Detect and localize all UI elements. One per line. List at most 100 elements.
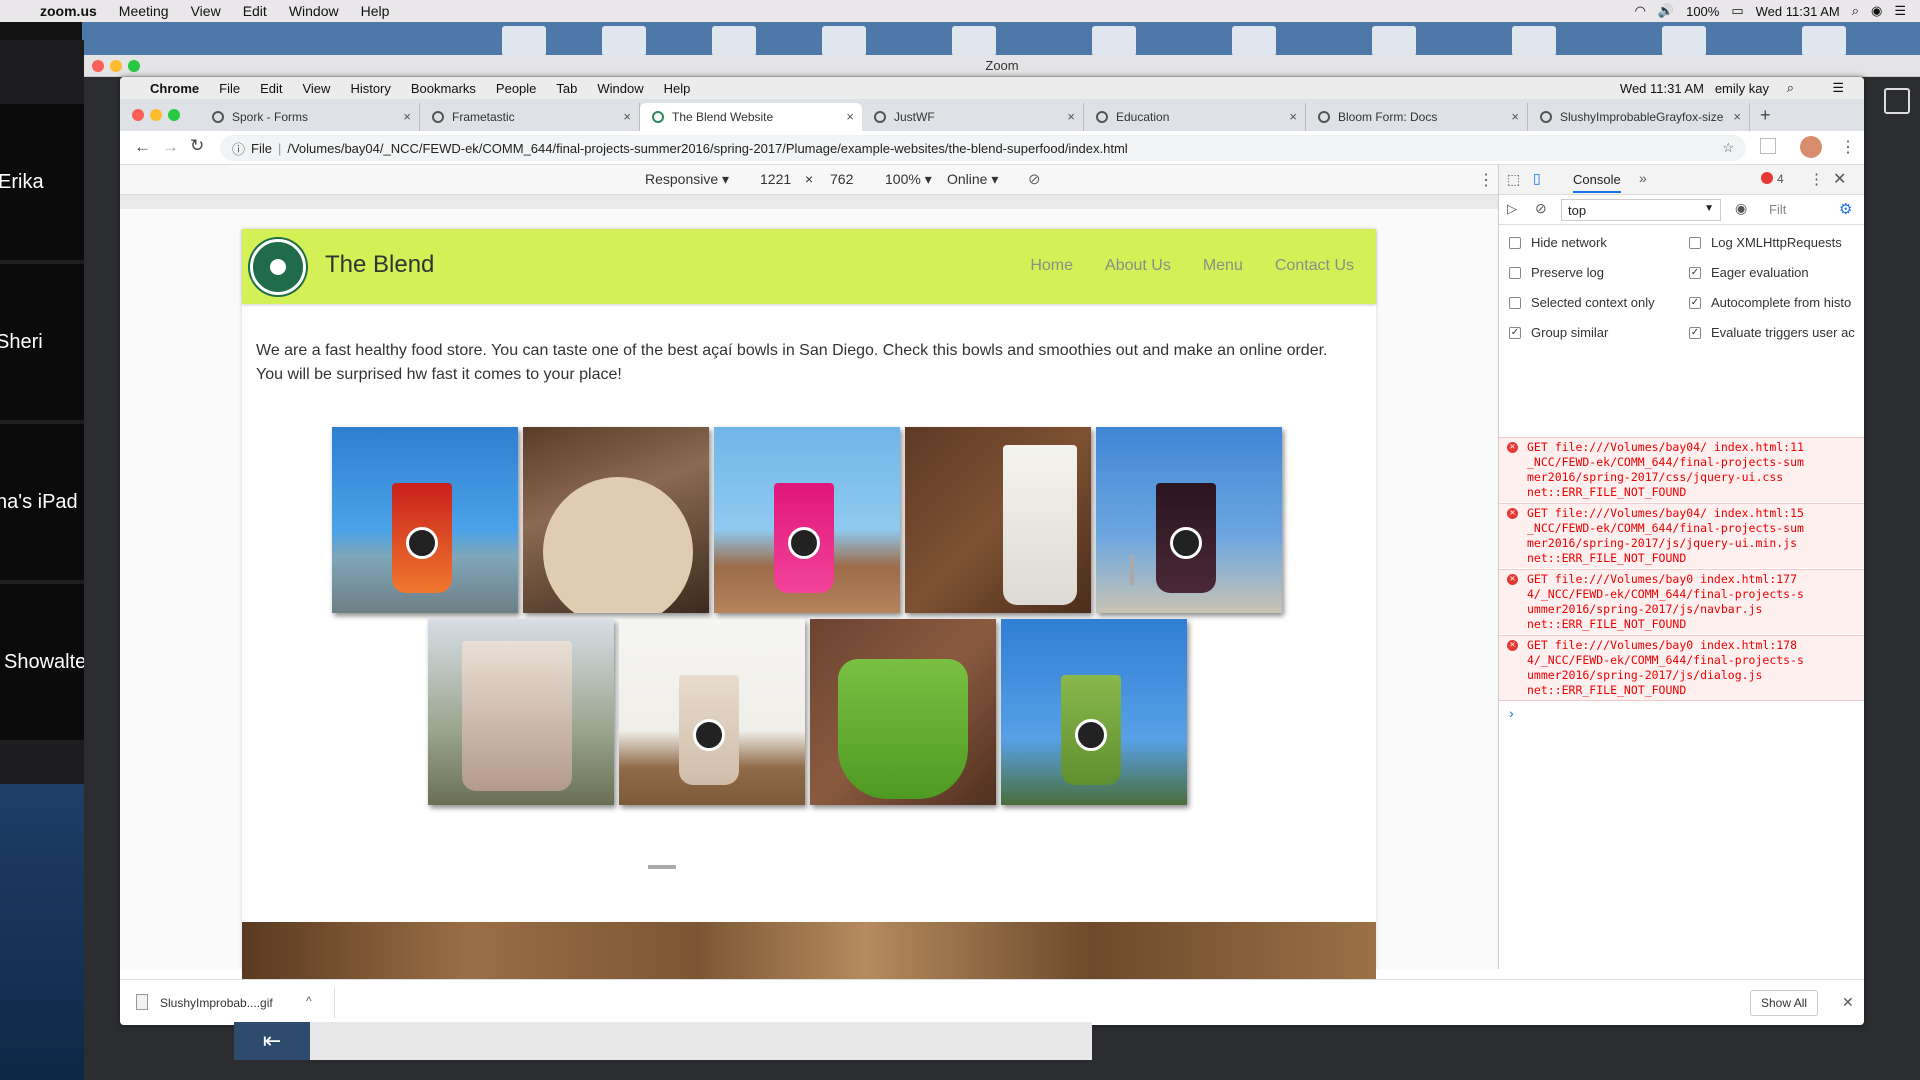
resize-handle-bottom[interactable]: [648, 865, 676, 869]
close-tab-icon[interactable]: ×: [1511, 109, 1519, 124]
chrome-menubar-clock[interactable]: Wed 11:31 AM: [1620, 81, 1704, 96]
viewport-width-input[interactable]: 1221: [760, 171, 791, 187]
checkbox[interactable]: [1509, 266, 1521, 279]
close-tab-icon[interactable]: ×: [1733, 109, 1741, 124]
console-error-row[interactable]: ✕ GET file:///Volumes/bay04/ index.html:1…: [1499, 437, 1864, 502]
maximize-window-icon[interactable]: [168, 109, 180, 121]
nav-about-link[interactable]: About Us: [1105, 257, 1171, 275]
chrome-menu-bookmarks[interactable]: Bookmarks: [411, 81, 476, 96]
mac-menu-app[interactable]: zoom.us: [40, 3, 97, 19]
nav-menu-link[interactable]: Menu: [1203, 257, 1243, 275]
chrome-menu-icon[interactable]: ⋮: [1840, 137, 1856, 157]
checkbox[interactable]: [1509, 296, 1521, 309]
menu-list-icon[interactable]: ☰: [1832, 80, 1844, 96]
chrome-menu-window[interactable]: Window: [597, 81, 643, 96]
checkbox-checked[interactable]: ✓: [1689, 266, 1701, 279]
close-tab-icon[interactable]: ×: [623, 109, 631, 124]
participant-tile[interactable]: Erika: [0, 104, 84, 260]
rotate-icon[interactable]: ⊘: [1028, 170, 1041, 188]
mac-menu-view[interactable]: View: [191, 3, 221, 19]
device-toggle-icon[interactable]: ▯: [1533, 170, 1541, 187]
tab-slushy-gif[interactable]: SlushyImprobableGrayfox-size ×: [1528, 103, 1750, 131]
console-error-row[interactable]: ✕ GET file:///Volumes/bay0 index.html:178…: [1499, 635, 1864, 701]
checkbox-checked[interactable]: ✓: [1509, 326, 1521, 339]
siri-icon[interactable]: ◉: [1871, 3, 1882, 19]
clear-console-icon[interactable]: ⊘: [1535, 200, 1547, 217]
checkbox-checked[interactable]: ✓: [1689, 296, 1701, 309]
url-text[interactable]: /Volumes/bay04/_NCC/FEWD-ek/COMM_644/fin…: [287, 141, 1127, 156]
chrome-menu-help[interactable]: Help: [664, 81, 691, 96]
checkbox[interactable]: [1509, 236, 1521, 249]
desktop-file-icon[interactable]: [712, 26, 756, 56]
new-tab-button[interactable]: +: [1760, 105, 1771, 126]
site-brand[interactable]: The Blend: [325, 251, 434, 279]
desktop-file-icon[interactable]: [1232, 26, 1276, 56]
option-selected-context[interactable]: Selected context only: [1509, 295, 1655, 310]
info-icon[interactable]: ⓘ: [232, 139, 245, 158]
smoothie-photo[interactable]: [714, 427, 900, 613]
mac-clock[interactable]: Wed 11:31 AM: [1756, 4, 1840, 19]
spotlight-search-icon[interactable]: ⌕: [1852, 3, 1859, 19]
notification-center-icon[interactable]: ☰: [1894, 3, 1906, 19]
volume-icon[interactable]: 🔊: [1658, 3, 1674, 19]
close-tab-icon[interactable]: ×: [846, 109, 854, 124]
fullscreen-icon[interactable]: [1884, 88, 1910, 114]
option-evaluate-triggers[interactable]: ✓ Evaluate triggers user ac: [1689, 325, 1864, 340]
download-filename[interactable]: SlushyImprobab....gif: [160, 996, 273, 1010]
participant-tile[interactable]: Showalte: [0, 584, 86, 740]
viewport-height-input[interactable]: 762: [830, 171, 853, 187]
close-download-bar-icon[interactable]: ✕: [1842, 994, 1854, 1011]
desktop-file-icon[interactable]: [822, 26, 866, 56]
chrome-menu-people[interactable]: People: [496, 81, 536, 96]
extension-icon[interactable]: [1760, 138, 1776, 154]
checkbox[interactable]: [1689, 236, 1701, 249]
desktop-file-icon[interactable]: [502, 26, 546, 56]
gear-icon[interactable]: ⚙: [1839, 200, 1852, 218]
address-bar[interactable]: ⓘ File | /Volumes/bay04/_NCC/FEWD-ek/COM…: [220, 135, 1746, 161]
option-eager-evaluation[interactable]: ✓ Eager evaluation: [1689, 265, 1809, 280]
option-log-xhr[interactable]: Log XMLHttpRequests: [1689, 235, 1842, 250]
collapse-panel-icon[interactable]: ⇤: [234, 1022, 310, 1060]
media-query-ruler[interactable]: [120, 195, 1498, 209]
mac-menu-window[interactable]: Window: [289, 3, 339, 19]
smoothie-photo[interactable]: [428, 619, 614, 805]
more-tabs-icon[interactable]: »: [1639, 170, 1647, 186]
close-tab-icon[interactable]: ×: [1067, 109, 1075, 124]
smoothie-photo[interactable]: [523, 427, 709, 613]
checkbox-checked[interactable]: ✓: [1689, 326, 1701, 339]
error-count[interactable]: 4: [1777, 172, 1784, 186]
error-icon[interactable]: [1761, 172, 1773, 184]
filter-input[interactable]: Filt: [1769, 202, 1786, 217]
minimize-window-icon[interactable]: [110, 60, 122, 72]
star-bookmark-icon[interactable]: ☆: [1722, 140, 1734, 156]
smoothie-photo[interactable]: [1096, 427, 1282, 613]
tab-console[interactable]: Console: [1573, 172, 1621, 193]
devtools-menu-icon[interactable]: ⋮: [1809, 170, 1824, 188]
desktop-file-icon[interactable]: [602, 26, 646, 56]
desktop-file-icon[interactable]: [1802, 26, 1846, 56]
option-preserve-log[interactable]: Preserve log: [1509, 265, 1604, 280]
network-throttle-dropdown[interactable]: Online ▾: [947, 171, 998, 188]
option-group-similar[interactable]: ✓ Group similar: [1509, 325, 1608, 340]
eye-icon[interactable]: ◉: [1735, 200, 1747, 217]
chevron-up-icon[interactable]: ^: [306, 994, 312, 1008]
close-devtools-icon[interactable]: ✕: [1833, 169, 1846, 189]
chrome-menu-app[interactable]: Chrome: [150, 81, 199, 96]
console-error-row[interactable]: ✕ GET file:///Volumes/bay0 index.html:177…: [1499, 569, 1864, 634]
tab-justwf[interactable]: JustWF ×: [862, 103, 1084, 131]
option-hide-network[interactable]: Hide network: [1509, 235, 1607, 250]
participant-tile[interactable]: Sheri: [0, 264, 84, 420]
zoom-dropdown[interactable]: 100% ▾: [885, 171, 932, 188]
chrome-menu-edit[interactable]: Edit: [260, 81, 282, 96]
reload-icon[interactable]: ↻: [190, 136, 204, 156]
forward-arrow-icon[interactable]: →: [162, 137, 179, 157]
close-tab-icon[interactable]: ×: [1289, 109, 1297, 124]
chrome-menu-tab[interactable]: Tab: [556, 81, 577, 96]
sidebar-toggle-icon[interactable]: ▷: [1507, 201, 1517, 217]
mac-menu-help[interactable]: Help: [361, 3, 390, 19]
smoothie-photo[interactable]: [905, 427, 1091, 613]
back-arrow-icon[interactable]: ←: [134, 137, 151, 157]
option-autocomplete[interactable]: ✓ Autocomplete from histo: [1689, 295, 1864, 310]
tab-the-blend-website[interactable]: The Blend Website ×: [640, 103, 862, 131]
search-icon[interactable]: ⌕: [1787, 80, 1794, 96]
